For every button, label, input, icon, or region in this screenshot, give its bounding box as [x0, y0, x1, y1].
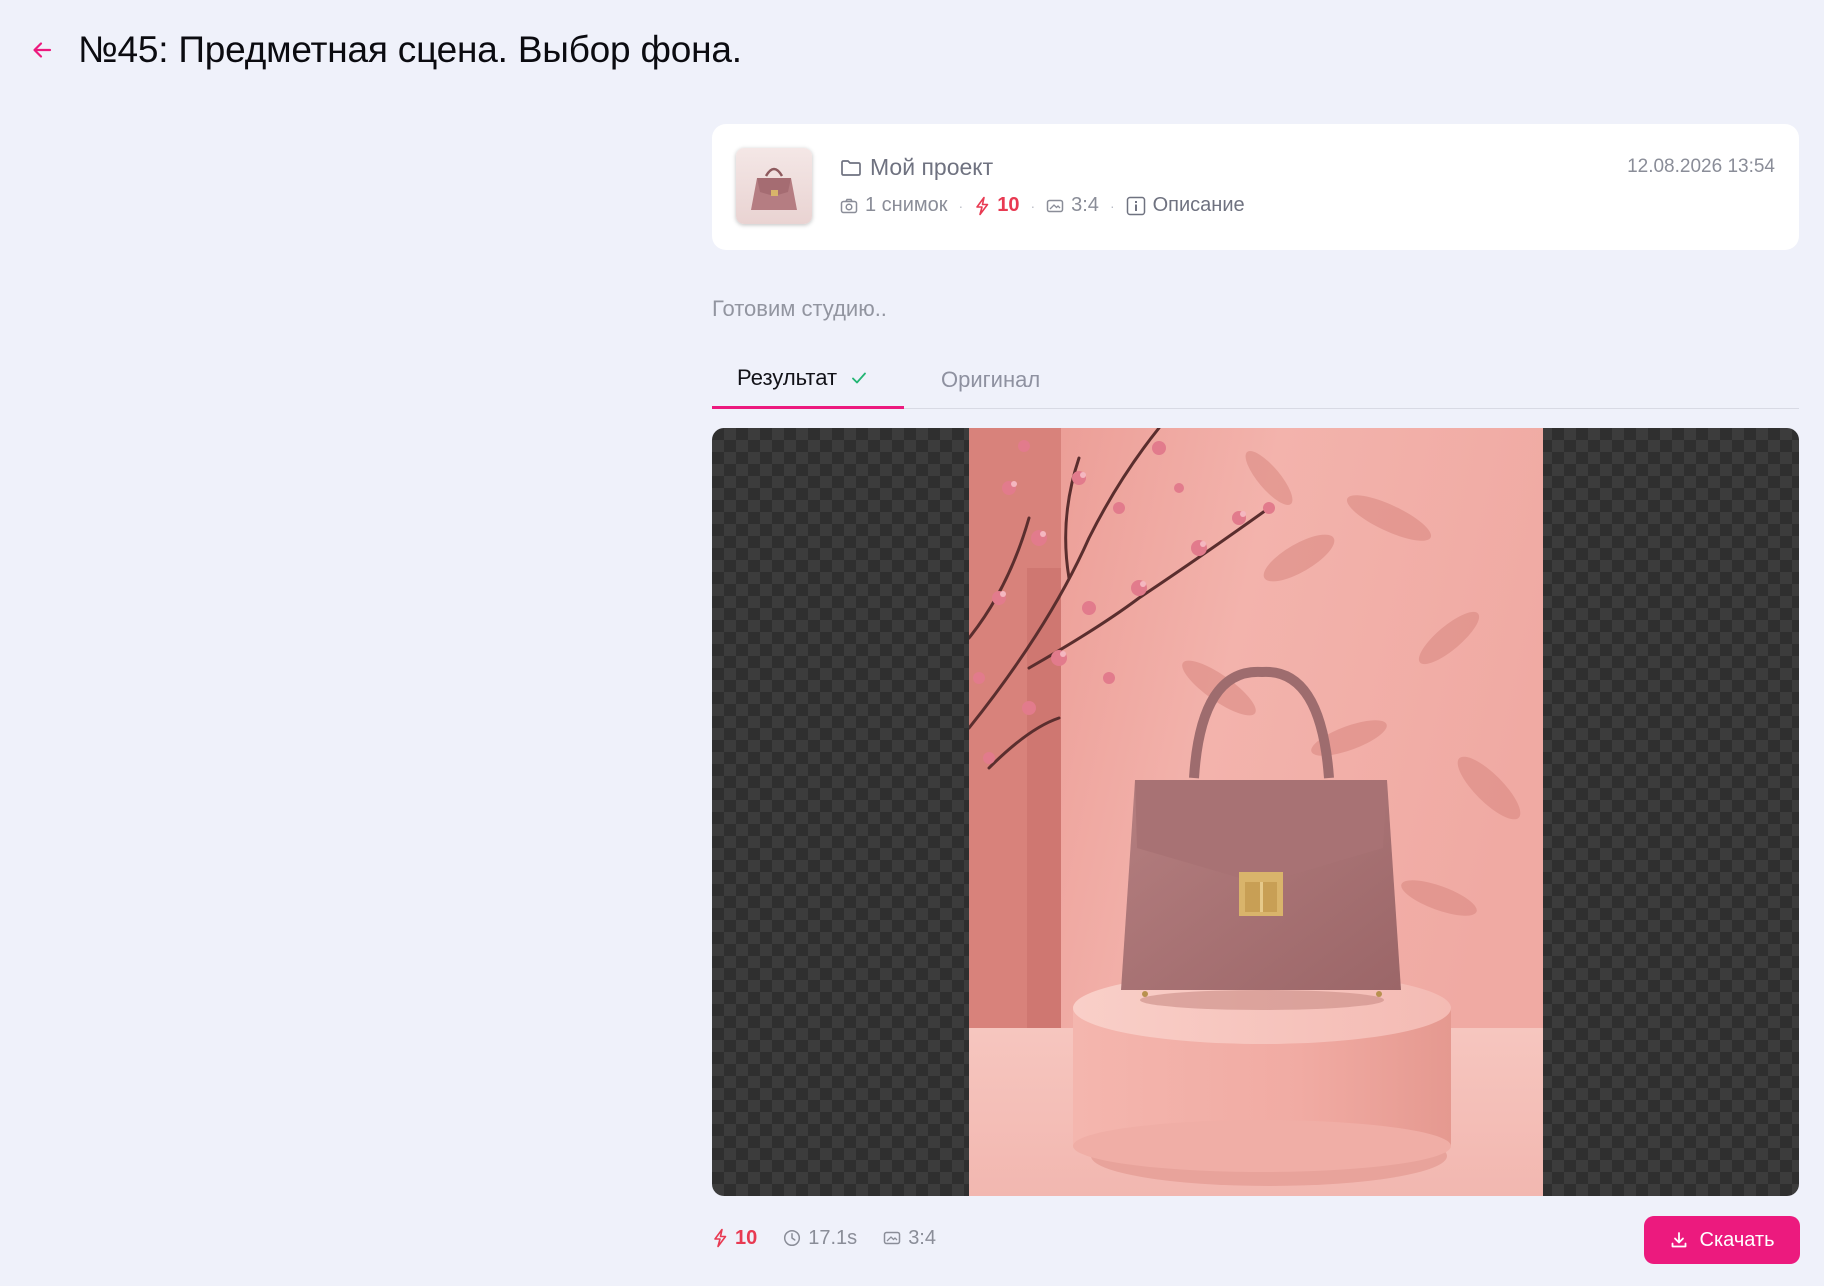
result-credits: 10 [712, 1227, 757, 1250]
download-icon [1671, 1232, 1686, 1248]
tab-original[interactable]: Оригинал [928, 350, 1040, 409]
project-name-row[interactable]: Мой проект [840, 154, 993, 181]
separator-dot: · [1030, 197, 1036, 214]
back-button[interactable] [28, 36, 56, 64]
tab-result[interactable]: Результат [712, 350, 904, 409]
handbag-thumbnail-image [736, 148, 812, 224]
result-aspect: 3:4 [883, 1227, 936, 1250]
product-thumbnail[interactable] [736, 148, 812, 224]
status-text: Готовим студию.. [712, 296, 887, 321]
folder-icon [841, 159, 861, 176]
download-label: Скачать [1699, 1228, 1775, 1251]
separator-dot: · [1109, 197, 1115, 214]
download-button[interactable]: Скачать [1644, 1216, 1800, 1264]
result-image-viewer[interactable] [712, 428, 1799, 1196]
credits-cost: 10 [974, 194, 1019, 217]
project-name: Мой проект [870, 154, 994, 180]
lightning-icon [976, 196, 989, 215]
checkmark-icon [851, 371, 867, 385]
image-ratio-icon [883, 1231, 901, 1245]
result-meta: 10 17.1s 3:4 [712, 1220, 962, 1256]
page-header: №45: Предметная сцена. Выбор фона. [28, 22, 742, 78]
camera-icon [840, 198, 858, 213]
arrow-left-icon [33, 42, 52, 58]
page-title: №45: Предметная сцена. Выбор фона. [78, 29, 742, 70]
project-meta: 1 снимок · 10 · 3:4 · Описание [840, 194, 1245, 217]
description-link[interactable]: Описание [1126, 194, 1245, 217]
generated-product-scene-image [969, 428, 1543, 1196]
info-icon [1126, 196, 1145, 215]
lightning-icon [714, 1228, 727, 1248]
image-ratio-icon [1046, 199, 1064, 212]
clock-icon [784, 1229, 801, 1247]
tab-original-label: Оригинал [941, 366, 1041, 392]
generation-time: 17.1s [783, 1227, 857, 1250]
shots-count: 1 снимок [840, 194, 948, 217]
aspect-ratio: 3:4 [1046, 194, 1099, 217]
result-tabs: Результат Оригинал [712, 350, 1799, 409]
separator-dot: · [958, 197, 964, 214]
project-card: Мой проект 1 снимок · 10 · 3:4 · Описани… [712, 124, 1799, 250]
created-datetime: 12.08.2026 13:54 [1627, 156, 1775, 177]
tab-result-label: Результат [737, 365, 838, 390]
